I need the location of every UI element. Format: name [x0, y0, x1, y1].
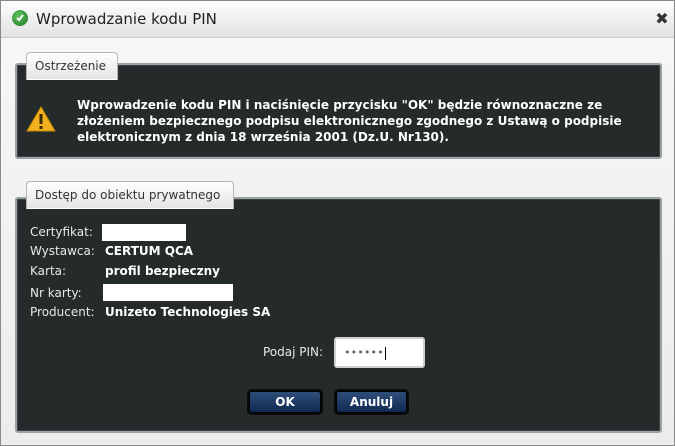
pin-label: Podaj PIN:: [263, 345, 324, 359]
field-label: Wystawca:: [30, 244, 95, 258]
field-label: Certyfikat:: [30, 225, 93, 239]
title-bar[interactable]: Wprowadzanie kodu PIN ✖: [1, 1, 674, 38]
field-value: Unizeto Technologies SA: [105, 305, 271, 319]
field-value: profil bezpieczny: [105, 264, 220, 278]
tab-warning: Ostrzeżenie: [26, 52, 118, 80]
field-card: Karta: profil bezpieczny: [30, 264, 220, 278]
field-producer: Producent: Unizeto Technologies SA: [30, 305, 270, 319]
field-certificate: Certyfikat:: [30, 225, 93, 239]
card-number-value-box: [103, 284, 233, 301]
field-label: Nr karty:: [30, 286, 82, 300]
field-label: Producent:: [30, 305, 95, 319]
certificate-value-box: [102, 224, 186, 241]
ok-button[interactable]: OK: [249, 391, 321, 413]
warning-message: Wprowadzenie kodu PIN i naciśnięcie przy…: [77, 98, 622, 144]
tab-private-object: Dostęp do obiektu prywatnego: [26, 181, 234, 209]
field-card-number: Nr karty:: [30, 286, 82, 300]
pin-value: ••••••: [344, 346, 384, 359]
field-label: Karta:: [30, 264, 67, 278]
pin-input[interactable]: ••••••: [334, 337, 425, 368]
warning-triangle-icon: [26, 106, 56, 132]
close-icon[interactable]: ✖: [653, 10, 671, 28]
field-issuer: Wystawca: CERTUM QCA: [30, 244, 193, 258]
text-caret: [384, 346, 386, 360]
field-value: CERTUM QCA: [105, 244, 194, 258]
window-title: Wprowadzanie kodu PIN: [36, 10, 217, 28]
app-icon: [12, 10, 28, 26]
cancel-button[interactable]: Anuluj: [336, 391, 407, 413]
